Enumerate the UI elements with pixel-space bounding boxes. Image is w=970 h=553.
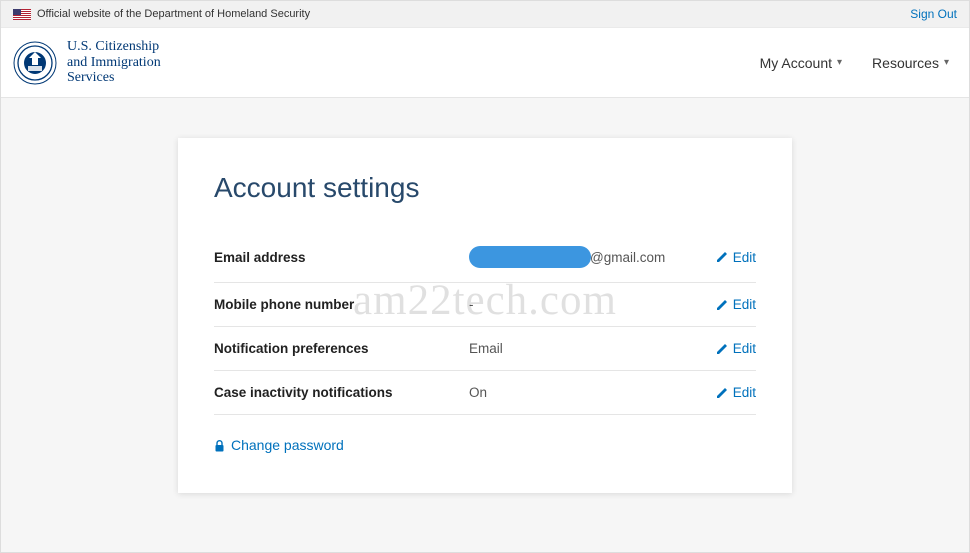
row-notification-prefs: Notification preferences Email Edit	[214, 327, 756, 371]
edit-case-inactivity-button[interactable]: Edit	[716, 385, 756, 400]
pencil-icon	[716, 251, 728, 263]
row-case-inactivity: Case inactivity notifications On Edit	[214, 371, 756, 415]
redacted-email-prefix	[469, 246, 591, 268]
pencil-icon	[716, 387, 728, 399]
chevron-down-icon: ▾	[944, 57, 949, 68]
nav-my-account[interactable]: My Account ▾	[760, 55, 842, 71]
label-mobile: Mobile phone number	[214, 297, 469, 312]
page-title: Account settings	[214, 172, 756, 204]
pencil-icon	[716, 299, 728, 311]
sign-out-link[interactable]: Sign Out	[910, 7, 957, 21]
value-notification-prefs: Email	[469, 341, 716, 356]
value-case-inactivity: On	[469, 385, 716, 400]
value-mobile: -	[469, 297, 716, 312]
uscis-logo[interactable]: U.S. Citizenship and Immigration Service…	[13, 39, 161, 85]
settings-card: Account settings Email address @gmail.co…	[178, 138, 792, 493]
navbar: U.S. Citizenship and Immigration Service…	[1, 28, 969, 98]
label-case-inactivity: Case inactivity notifications	[214, 385, 469, 400]
lock-icon	[214, 439, 225, 451]
label-notification-prefs: Notification preferences	[214, 341, 469, 356]
logo-text: U.S. Citizenship and Immigration Service…	[67, 39, 161, 85]
us-flag-icon	[13, 9, 31, 20]
change-password-link[interactable]: Change password	[214, 437, 756, 453]
value-email: @gmail.com	[469, 246, 716, 268]
dhs-banner: Official website of the Department of Ho…	[1, 1, 969, 28]
nav-resources[interactable]: Resources ▾	[872, 55, 949, 71]
edit-notification-prefs-button[interactable]: Edit	[716, 341, 756, 356]
row-email: Email address @gmail.com Edit	[214, 232, 756, 283]
dhs-seal-icon	[13, 41, 57, 85]
edit-mobile-button[interactable]: Edit	[716, 297, 756, 312]
edit-email-button[interactable]: Edit	[716, 250, 756, 265]
row-mobile: Mobile phone number - Edit	[214, 283, 756, 327]
chevron-down-icon: ▾	[837, 57, 842, 68]
pencil-icon	[716, 343, 728, 355]
banner-text: Official website of the Department of Ho…	[37, 8, 310, 20]
label-email: Email address	[214, 250, 469, 265]
